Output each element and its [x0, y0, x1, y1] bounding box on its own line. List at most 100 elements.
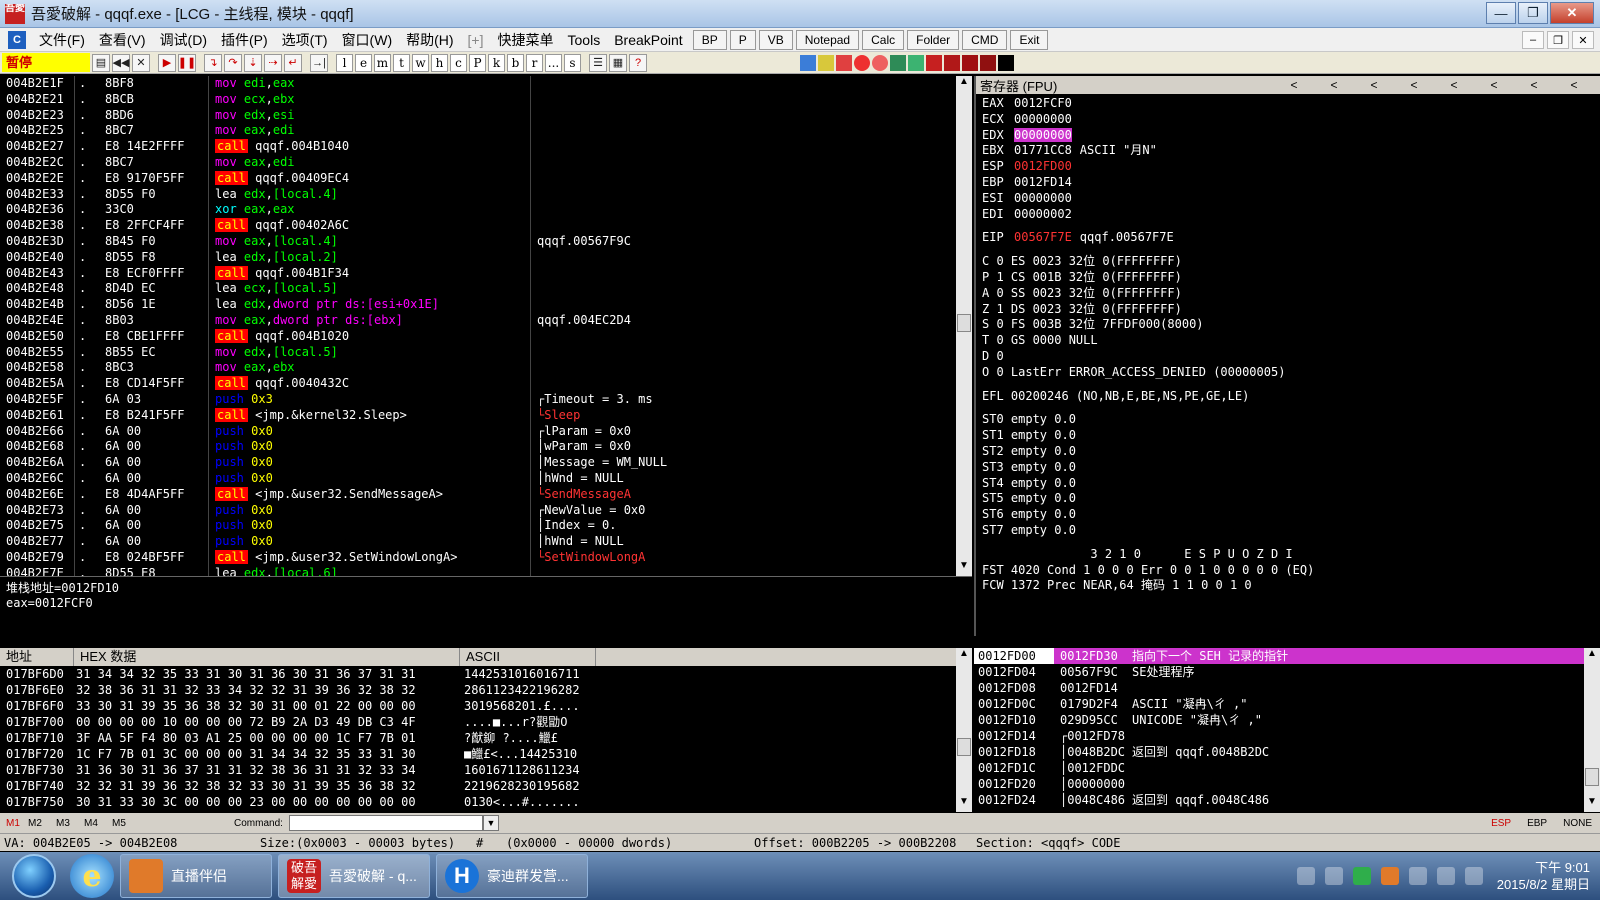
black-icon[interactable]: [998, 54, 1014, 71]
stack-scrollbar[interactable]: ▲ ▼: [1584, 648, 1600, 812]
minimize-button[interactable]: —: [1486, 2, 1516, 24]
disasm-instruction[interactable]: call <jmp.&kernel32.Sleep>: [209, 407, 530, 424]
memory-tab-m2[interactable]: M2: [28, 818, 54, 829]
disasm-comment[interactable]: [531, 376, 956, 392]
disasm-instruction[interactable]: lea edx,[local.4]: [209, 187, 530, 203]
security-icon[interactable]: [1380, 867, 1399, 885]
disasm-hex-bytes[interactable]: . E8 ECF0FFFF: [75, 266, 208, 282]
menu-shortcuts[interactable]: 快捷菜单: [491, 30, 561, 50]
disasm-address[interactable]: 004B2E55: [0, 345, 74, 361]
cpu-window-icon[interactable]: C: [8, 30, 26, 49]
call-stack-button[interactable]: k: [488, 53, 505, 72]
goto-icon[interactable]: →|: [310, 53, 328, 72]
menu-debug[interactable]: 调试(D): [153, 30, 214, 50]
register-esi[interactable]: ESI 00000000: [976, 191, 1600, 207]
fpu-st-row[interactable]: ST0 empty 0.0: [976, 412, 1600, 428]
monitor-icon[interactable]: [908, 54, 924, 71]
memory-tab-m5[interactable]: M5: [112, 818, 138, 829]
disasm-hex-bytes[interactable]: . E8 CD14F5FF: [75, 376, 208, 392]
disasm-address[interactable]: 004B2E6C: [0, 471, 74, 487]
memory-tab-m4[interactable]: M4: [84, 818, 110, 829]
disasm-comment[interactable]: qqqf.00567F9C: [531, 234, 956, 250]
disasm-comment[interactable]: [531, 218, 956, 234]
network-icon[interactable]: [1436, 867, 1455, 885]
stack-row[interactable]: 0012FD18 │0048B2DC 返回到 qqqf.0048B2DC: [974, 744, 1584, 760]
disasm-instruction[interactable]: call qqqf.00409EC4: [209, 170, 530, 187]
clock[interactable]: 下午 9:01 2015/8/2 星期日: [1497, 859, 1590, 893]
menu-window[interactable]: 窗口(W): [335, 30, 400, 50]
pause-plugin-icon[interactable]: [818, 54, 834, 71]
disasm-hex-bytes[interactable]: . E8 CBE1FFFF: [75, 329, 208, 345]
vb-button[interactable]: VB: [758, 29, 793, 50]
disasm-hex-bytes[interactable]: . 8BF8: [75, 76, 208, 92]
scroll-up-icon[interactable]: ▲: [956, 648, 972, 664]
disasm-comment[interactable]: [531, 566, 956, 576]
disasm-address[interactable]: 004B2E66: [0, 424, 74, 440]
modules-button[interactable]: e: [355, 53, 372, 72]
dump-row[interactable]: 017BF740 32 32 31 39 36 32 38 32 33 30 31…: [0, 778, 956, 794]
disasm-comment[interactable]: ┌lParam = 0x0: [531, 424, 956, 440]
trace-into-icon[interactable]: ⇣: [244, 53, 262, 72]
taskbar-item-live[interactable]: 直播伴侣: [120, 854, 272, 898]
flag-row[interactable]: S 0 FS 003B 32位 7FFDF000(8000): [976, 317, 1600, 333]
disasm-comment[interactable]: ┌Timeout = 3. ms: [531, 392, 956, 408]
scroll-down-icon[interactable]: ▼: [1584, 796, 1600, 812]
disasm-address[interactable]: 004B2E6A: [0, 455, 74, 471]
disasm-hex-bytes[interactable]: . 8D55 F0: [75, 187, 208, 203]
stack-row[interactable]: 0012FD10 029D95CC UNICODE "凝冉\ㄔ ,": [974, 712, 1584, 728]
register-value[interactable]: 0012FD00: [1014, 159, 1072, 173]
registers-pane[interactable]: 寄存器 (FPU) < < < < < < < < EAX 0012FCF0 ECX 0000000…: [974, 76, 1600, 636]
registers-nav-arrow[interactable]: <: [1554, 78, 1594, 92]
disasm-comment[interactable]: [531, 76, 956, 92]
grid-icon[interactable]: ▦: [609, 53, 627, 72]
dump-row[interactable]: 017BF750 30 31 33 30 3C 00 00 00 23 00 00…: [0, 794, 956, 810]
disasm-address[interactable]: 004B2E79: [0, 550, 74, 566]
disasm-address[interactable]: 004B2E38: [0, 218, 74, 234]
source-button[interactable]: s: [564, 53, 581, 72]
disasm-hex-bytes[interactable]: . 8D55 F8: [75, 250, 208, 266]
step-into-icon[interactable]: ↴: [204, 53, 222, 72]
chevron-down-icon[interactable]: ▼: [482, 815, 499, 831]
register-edi[interactable]: EDI 00000002: [976, 207, 1600, 223]
disasm-hex-bytes[interactable]: . 6A 00: [75, 424, 208, 440]
disasm-address[interactable]: 004B2E73: [0, 503, 74, 519]
internet-explorer-icon[interactable]: e: [70, 854, 114, 898]
disasm-comment[interactable]: └SetWindowLongA: [531, 550, 956, 566]
register-value[interactable]: 00000002: [1014, 207, 1072, 221]
patches-button[interactable]: P: [469, 53, 486, 72]
disasm-hex-bytes[interactable]: . E8 2FFCF4FF: [75, 218, 208, 234]
fpu-st-row[interactable]: ST7 empty 0.0: [976, 523, 1600, 539]
memory-button[interactable]: m: [374, 53, 391, 72]
disasm-instruction[interactable]: call qqqf.004B1020: [209, 328, 530, 345]
disasm-hex-bytes[interactable]: . E8 9170F5FF: [75, 171, 208, 187]
disasm-address[interactable]: 004B2E43: [0, 266, 74, 282]
disasm-comment[interactable]: │Index = 0.: [531, 518, 956, 534]
disasm-comment-column[interactable]: qqqf.00567F9C qqqf.004EC2D4 ┌Timeout = 3. …: [530, 76, 956, 576]
disasm-hex-bytes[interactable]: . 8D4D EC: [75, 281, 208, 297]
disasm-comment[interactable]: [531, 139, 956, 155]
scroll-up-icon[interactable]: ▲: [956, 76, 972, 92]
registers-nav-arrow[interactable]: <: [1394, 78, 1434, 92]
register-value[interactable]: 00000000: [1014, 127, 1072, 142]
flag-row[interactable]: C 0 ES 0023 32位 0(FFFFFFFF): [976, 254, 1600, 270]
stack-row[interactable]: 0012FD0C 0179D2F4 ASCII "凝冉\ㄔ ,": [974, 696, 1584, 712]
fcw-row[interactable]: FCW 1372 Prec NEAR,64 掩码 1 1 0 0 1 0: [976, 578, 1600, 594]
disasm-address[interactable]: 004B2E3D: [0, 234, 74, 250]
disasm-instruction[interactable]: call qqqf.0040432C: [209, 376, 530, 392]
disasm-address[interactable]: 004B2E50: [0, 329, 74, 345]
disasm-hex-bytes[interactable]: . 8D56 1E: [75, 297, 208, 313]
disasm-address[interactable]: 004B2E27: [0, 139, 74, 155]
disasm-address[interactable]: 004B2E1F: [0, 76, 74, 92]
disasm-hex-bytes[interactable]: . 6A 00: [75, 471, 208, 487]
fpu-st-row[interactable]: ST3 empty 0.0: [976, 460, 1600, 476]
disasm-instruction[interactable]: push 0x0: [209, 503, 530, 519]
disasm-instruction[interactable]: push 0x0: [209, 455, 530, 471]
disasm-hex-bytes[interactable]: . 8BD6: [75, 108, 208, 124]
disasm-comment[interactable]: [531, 281, 956, 297]
list-icon[interactable]: ☰: [589, 53, 607, 72]
registers-nav-arrow[interactable]: <: [1474, 78, 1514, 92]
registers-nav-arrow[interactable]: <: [1354, 78, 1394, 92]
disasm-hex-bytes[interactable]: . E8 024BF5FF: [75, 550, 208, 566]
disasm-hex-bytes[interactable]: . 6A 00: [75, 439, 208, 455]
disasm-instruction[interactable]: mov edx,[local.5]: [209, 345, 530, 361]
